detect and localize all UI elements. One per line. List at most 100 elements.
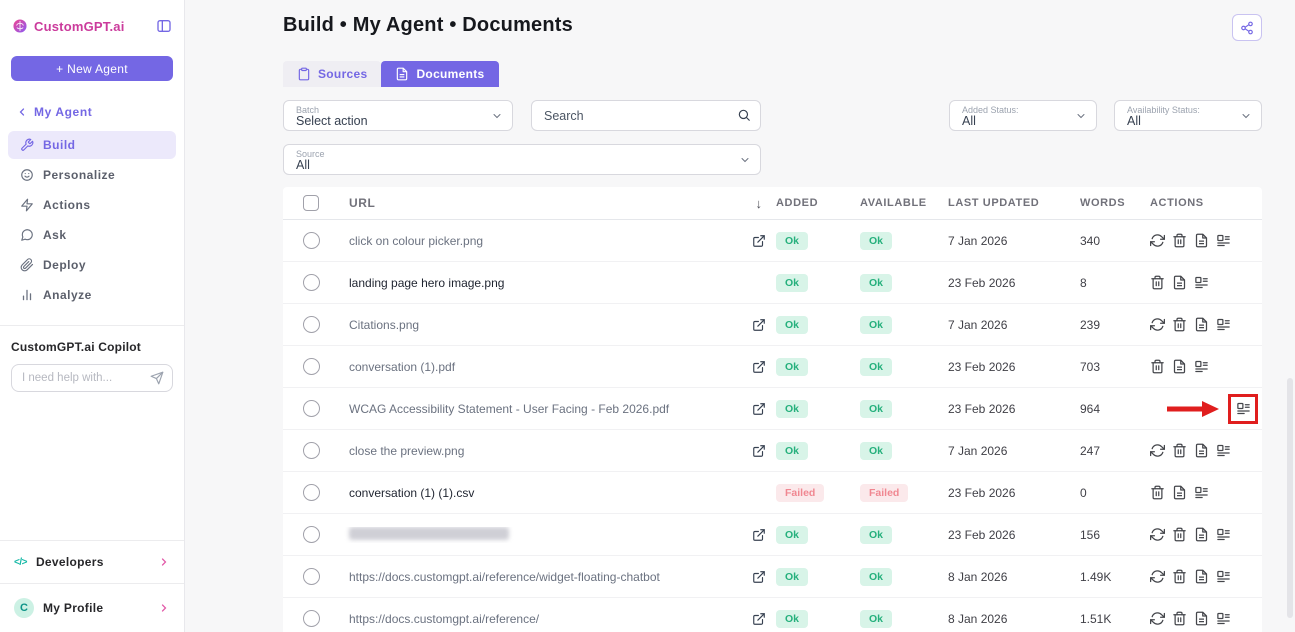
tab-label: Documents bbox=[416, 67, 485, 81]
col-last-updated: LAST UPDATED bbox=[948, 197, 1040, 209]
trash-icon[interactable] bbox=[1172, 233, 1187, 248]
external-link-icon[interactable] bbox=[752, 528, 766, 542]
documents-table: URL ↓ ADDED AVAILABLE LAST UPDATED WORDS… bbox=[283, 187, 1262, 632]
table-row: click on colour picker.png Ok Ok 7 Jan 2… bbox=[283, 220, 1262, 262]
trash-icon[interactable] bbox=[1150, 359, 1165, 374]
trash-icon[interactable] bbox=[1150, 275, 1165, 290]
row-checkbox[interactable] bbox=[302, 568, 320, 585]
refresh-icon[interactable] bbox=[1150, 443, 1165, 458]
select-all-checkbox[interactable] bbox=[303, 195, 319, 211]
sidebar-item-developers[interactable]: </> Developers bbox=[0, 540, 184, 583]
sidebar-collapse-icon[interactable] bbox=[156, 18, 172, 34]
document-name[interactable]: https://docs.customgpt.ai/reference/widg… bbox=[339, 570, 742, 584]
row-checkbox[interactable] bbox=[302, 274, 320, 291]
citation-list-icon[interactable] bbox=[1216, 611, 1231, 626]
document-name[interactable]: landing page hero image.png bbox=[339, 276, 742, 290]
row-checkbox[interactable] bbox=[302, 358, 320, 375]
tab-label: Sources bbox=[318, 67, 368, 81]
row-checkbox[interactable] bbox=[302, 610, 320, 627]
added-status-badge: Ok bbox=[776, 610, 809, 628]
external-link-icon[interactable] bbox=[752, 318, 766, 332]
file-icon[interactable] bbox=[1172, 359, 1187, 374]
citation-list-icon[interactable] bbox=[1236, 401, 1251, 416]
scrollbar[interactable] bbox=[1287, 378, 1293, 618]
trash-icon[interactable] bbox=[1172, 611, 1187, 626]
trash-icon[interactable] bbox=[1150, 485, 1165, 500]
document-name[interactable]: click on colour picker.png bbox=[339, 234, 742, 248]
external-link-icon[interactable] bbox=[752, 234, 766, 248]
brand[interactable]: CustomGPT.ai bbox=[0, 0, 184, 48]
new-agent-button[interactable]: + New Agent bbox=[11, 56, 173, 81]
redacted-document-name[interactable] bbox=[339, 526, 742, 543]
file-icon[interactable] bbox=[1194, 317, 1209, 332]
file-icon[interactable] bbox=[1194, 443, 1209, 458]
sidebar-item-build[interactable]: Build bbox=[8, 131, 176, 159]
external-link-icon[interactable] bbox=[752, 612, 766, 626]
refresh-icon[interactable] bbox=[1150, 569, 1165, 584]
row-checkbox[interactable] bbox=[302, 400, 320, 417]
last-updated: 7 Jan 2026 bbox=[948, 317, 1008, 332]
row-checkbox[interactable] bbox=[302, 442, 320, 459]
agent-back-row[interactable]: My Agent bbox=[0, 81, 184, 125]
file-icon[interactable] bbox=[1194, 569, 1209, 584]
external-link-icon[interactable] bbox=[752, 360, 766, 374]
availability-status-select[interactable]: Availability Status: All bbox=[1114, 100, 1262, 131]
file-icon[interactable] bbox=[1172, 275, 1187, 290]
citation-list-icon[interactable] bbox=[1216, 443, 1231, 458]
added-status-badge: Ok bbox=[776, 274, 809, 292]
citation-list-icon[interactable] bbox=[1216, 569, 1231, 584]
file-icon[interactable] bbox=[1194, 233, 1209, 248]
copilot-input[interactable] bbox=[22, 372, 150, 384]
sidebar-item-analyze[interactable]: Analyze bbox=[8, 281, 176, 309]
send-icon[interactable] bbox=[150, 371, 164, 385]
sort-descending-icon[interactable]: ↓ bbox=[755, 196, 762, 211]
external-link-icon[interactable] bbox=[752, 402, 766, 416]
row-checkbox[interactable] bbox=[302, 232, 320, 249]
trash-icon[interactable] bbox=[1172, 527, 1187, 542]
citation-list-icon[interactable] bbox=[1216, 527, 1231, 542]
citation-list-icon[interactable] bbox=[1194, 485, 1209, 500]
citation-list-icon[interactable] bbox=[1194, 359, 1209, 374]
file-icon[interactable] bbox=[1194, 527, 1209, 542]
document-name[interactable]: conversation (1) (1).csv bbox=[339, 486, 742, 500]
file-icon[interactable] bbox=[1194, 611, 1209, 626]
citation-list-icon[interactable] bbox=[1216, 317, 1231, 332]
last-updated: 7 Jan 2026 bbox=[948, 233, 1008, 248]
external-link-icon[interactable] bbox=[752, 444, 766, 458]
sidebar-item-deploy[interactable]: Deploy bbox=[8, 251, 176, 279]
last-updated: 8 Jan 2026 bbox=[948, 611, 1008, 626]
source-select[interactable]: Source All bbox=[283, 144, 761, 175]
document-name[interactable]: Citations.png bbox=[339, 318, 742, 332]
share-icon bbox=[1240, 21, 1254, 35]
document-name[interactable]: https://docs.customgpt.ai/reference/ bbox=[339, 612, 742, 626]
document-name[interactable]: WCAG Accessibility Statement - User Faci… bbox=[339, 402, 742, 416]
trash-icon[interactable] bbox=[1172, 443, 1187, 458]
sidebar-item-actions[interactable]: Actions bbox=[8, 191, 176, 219]
available-status-badge: Ok bbox=[860, 442, 893, 460]
citation-list-icon[interactable] bbox=[1216, 233, 1231, 248]
document-name[interactable]: close the preview.png bbox=[339, 444, 742, 458]
refresh-icon[interactable] bbox=[1150, 317, 1165, 332]
trash-icon[interactable] bbox=[1172, 317, 1187, 332]
refresh-icon[interactable] bbox=[1150, 527, 1165, 542]
tab-documents[interactable]: Documents bbox=[381, 61, 499, 87]
trash-icon[interactable] bbox=[1172, 569, 1187, 584]
table-row: landing page hero image.png Ok Ok 23 Feb… bbox=[283, 262, 1262, 304]
batch-action-select[interactable]: Batch Select action bbox=[283, 100, 513, 131]
document-name[interactable]: conversation (1).pdf bbox=[339, 360, 742, 374]
sidebar-item-ask[interactable]: Ask bbox=[8, 221, 176, 249]
external-link-icon[interactable] bbox=[752, 570, 766, 584]
search-input[interactable] bbox=[531, 100, 761, 131]
refresh-icon[interactable] bbox=[1150, 611, 1165, 626]
share-button[interactable] bbox=[1232, 14, 1262, 41]
sidebar-item-profile[interactable]: C My Profile bbox=[0, 583, 184, 632]
added-status-select[interactable]: Added Status: All bbox=[949, 100, 1097, 131]
row-checkbox[interactable] bbox=[302, 484, 320, 501]
sidebar-item-personalize[interactable]: Personalize bbox=[8, 161, 176, 189]
file-icon[interactable] bbox=[1172, 485, 1187, 500]
citation-list-icon[interactable] bbox=[1194, 275, 1209, 290]
refresh-icon[interactable] bbox=[1150, 233, 1165, 248]
row-checkbox[interactable] bbox=[302, 316, 320, 333]
tab-sources[interactable]: Sources bbox=[283, 61, 382, 87]
row-checkbox[interactable] bbox=[302, 526, 320, 543]
